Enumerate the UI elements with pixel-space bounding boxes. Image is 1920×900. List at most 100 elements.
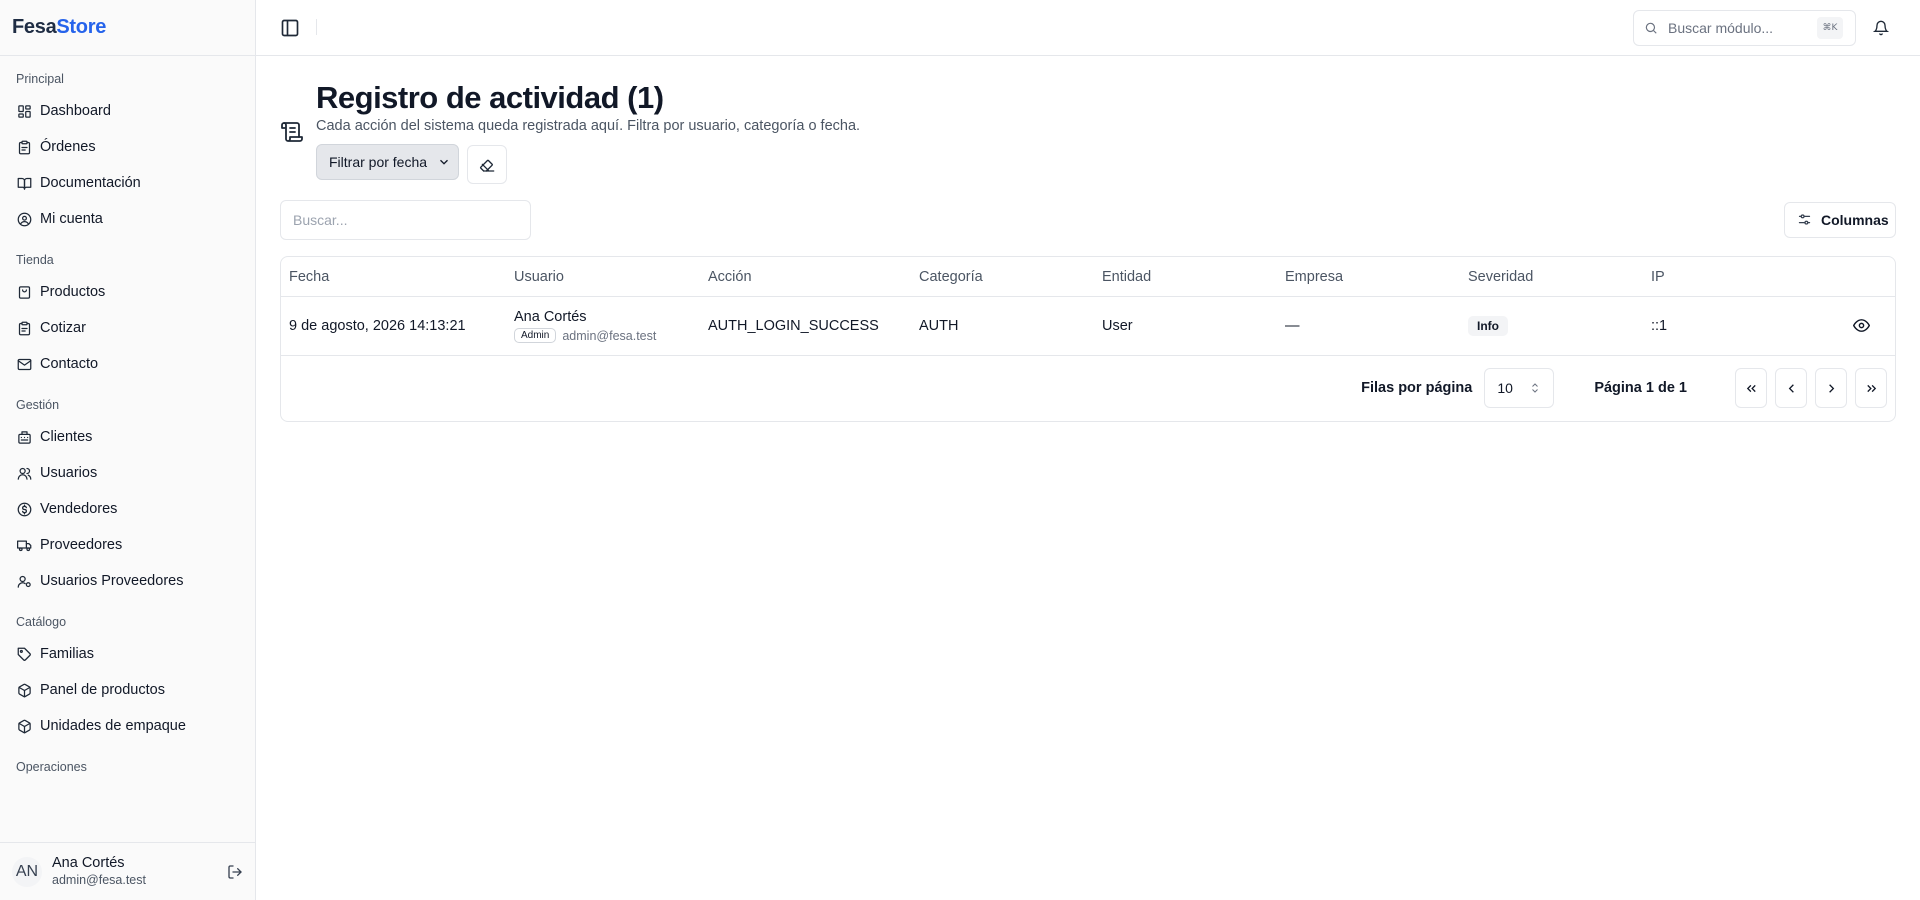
- brand-logo[interactable]: Fesa Store: [0, 0, 255, 56]
- eraser-icon: [479, 157, 495, 173]
- sidebar-item-label: Usuarios Proveedores: [40, 573, 184, 589]
- severity-badge: Info: [1468, 316, 1508, 336]
- table-search-placeholder: Buscar...: [293, 212, 348, 228]
- header-fecha[interactable]: Fecha: [281, 269, 506, 285]
- sidebar-item-label: Mi cuenta: [40, 211, 103, 227]
- table-row[interactable]: 9 de agosto, 2026 14:13:21 Ana Cortés Ad…: [281, 297, 1895, 356]
- user-info: Ana Cortés admin@fesa.test: [52, 855, 225, 887]
- nav-group: Catálogo Familias Panel de productos Unidad…: [8, 612, 247, 744]
- sidebar-toggle-icon[interactable]: [278, 16, 302, 40]
- clipboard-icon: [16, 320, 32, 336]
- sidebar-item-familias[interactable]: Familias: [8, 636, 247, 672]
- nav-group-label: Catálogo: [16, 615, 67, 629]
- cell-categoria: AUTH: [919, 318, 959, 334]
- row-user-email: admin@fesa.test: [562, 328, 657, 343]
- user-email: admin@fesa.test: [52, 872, 146, 887]
- header-categoria[interactable]: Categoría: [911, 269, 1094, 285]
- sidebar-item-proveedores[interactable]: Proveedores: [8, 527, 247, 563]
- prev-page-button[interactable]: [1775, 368, 1807, 408]
- nav-group-label: Gestión: [16, 398, 60, 412]
- book-icon: [16, 175, 32, 191]
- module-search-input[interactable]: Buscar módulo... ⌘K: [1633, 10, 1856, 46]
- page-title: Registro de actividad (1): [316, 80, 664, 115]
- truck-icon: [16, 537, 32, 553]
- chevron-up-down-icon: [1529, 382, 1541, 394]
- date-filter-button[interactable]: Filtrar por fecha: [316, 144, 459, 180]
- nav-group-label: Tienda: [16, 253, 54, 267]
- bell-icon[interactable]: [1871, 18, 1891, 38]
- sidebar-item-panel-de-productos[interactable]: Panel de productos: [8, 672, 247, 708]
- next-page-button[interactable]: [1815, 368, 1847, 408]
- sidebar-item-label: Dashboard: [40, 103, 111, 119]
- sidebar-item-cotizar[interactable]: Cotizar: [8, 310, 247, 346]
- sidebar-item-label: Cotizar: [40, 320, 86, 336]
- sidebar: Fesa Store Principal Dashboard Órdenes Docum…: [0, 0, 256, 900]
- brand-part1: Fesa: [12, 16, 57, 38]
- sidebar-item-mi-cuenta[interactable]: Mi cuenta: [8, 201, 247, 237]
- clipboard-icon: [16, 139, 32, 155]
- divider: [316, 19, 317, 35]
- rows-per-page-select[interactable]: 10: [1484, 368, 1555, 408]
- last-page-button[interactable]: [1855, 368, 1887, 408]
- eye-icon[interactable]: [1853, 317, 1871, 335]
- avatar: AN: [12, 856, 42, 887]
- sidebar-item-label: Usuarios: [40, 465, 98, 481]
- users-icon: [16, 465, 32, 481]
- sidebar-item-label: Productos: [40, 284, 106, 300]
- tag-icon: [16, 646, 32, 662]
- sidebar-item-label: Panel de productos: [40, 682, 165, 698]
- chevron-left-icon: [1784, 381, 1799, 396]
- rows-per-page-value: 10: [1497, 380, 1513, 396]
- nav-group-label: Principal: [16, 72, 64, 86]
- sidebar-item-contacto[interactable]: Contacto: [8, 346, 247, 382]
- header-ip[interactable]: IP: [1643, 269, 1823, 285]
- sidebar-item-usuarios[interactable]: Usuarios: [8, 455, 247, 491]
- sidebar-item-label: Órdenes: [40, 139, 96, 155]
- role-badge: Admin: [514, 328, 557, 344]
- logout-icon[interactable]: [225, 862, 245, 882]
- dashboard-icon: [16, 103, 32, 119]
- chevron-down-icon: [437, 155, 451, 169]
- cell-fecha: 9 de agosto, 2026 14:13:21: [289, 318, 466, 334]
- header-empresa[interactable]: Empresa: [1277, 269, 1460, 285]
- user-footer[interactable]: AN Ana Cortés admin@fesa.test: [0, 842, 255, 900]
- date-filter-label: Filtrar por fecha: [329, 154, 428, 170]
- sidebar-item-productos[interactable]: Productos: [8, 274, 247, 310]
- clear-filters-button[interactable]: [467, 145, 507, 184]
- sidebar-item-unidades-de-empaque[interactable]: Unidades de empaque: [8, 708, 247, 744]
- sidebar-item-label: Documentación: [40, 175, 141, 191]
- brand-part2: Store: [56, 16, 107, 38]
- sidebar-item-label: Unidades de empaque: [40, 718, 186, 734]
- sidebar-item-label: Vendedores: [40, 501, 118, 517]
- columns-button[interactable]: Columnas: [1784, 202, 1896, 238]
- search-icon: [1644, 20, 1660, 36]
- header-accion[interactable]: Acción: [700, 269, 911, 285]
- sidebar-item-clientes[interactable]: Clientes: [8, 419, 247, 455]
- package-icon: [16, 718, 32, 734]
- sidebar-nav: Principal Dashboard Órdenes Documentación Mi…: [0, 56, 255, 842]
- sidebar-item-ordenes[interactable]: Órdenes: [8, 129, 247, 165]
- row-user-name: Ana Cortés: [514, 308, 587, 325]
- user-name: Ana Cortés: [52, 855, 125, 872]
- header-usuario[interactable]: Usuario: [506, 269, 700, 285]
- cell-empresa: —: [1285, 318, 1300, 334]
- header-severidad[interactable]: Severidad: [1460, 269, 1643, 285]
- coin-icon: [16, 501, 32, 517]
- sidebar-item-label: Contacto: [40, 356, 99, 372]
- header-entidad[interactable]: Entidad: [1094, 269, 1277, 285]
- sidebar-item-documentacion[interactable]: Documentación: [8, 165, 247, 201]
- sidebar-item-vendedores[interactable]: Vendedores: [8, 491, 247, 527]
- cell-ip: ::1: [1651, 318, 1668, 334]
- first-page-button[interactable]: [1735, 368, 1767, 408]
- sidebar-item-dashboard[interactable]: Dashboard: [8, 93, 247, 129]
- sidebar-item-label: Familias: [40, 646, 94, 662]
- sidebar-item-usuarios-proveedores[interactable]: Usuarios Proveedores: [8, 563, 247, 599]
- nav-group-label: Operaciones: [16, 760, 87, 774]
- cell-entidad: User: [1102, 318, 1133, 334]
- pagination: Filas por página 10 Página 1 de 1: [281, 356, 1895, 420]
- mail-icon: [16, 356, 32, 372]
- activity-table: Fecha Usuario Acción Categoría Entidad E…: [280, 256, 1896, 422]
- nav-group: Tienda Productos Cotizar Contacto: [8, 250, 247, 382]
- page-indicator: Página 1 de 1: [1594, 380, 1687, 396]
- table-search-input[interactable]: Buscar...: [280, 200, 531, 240]
